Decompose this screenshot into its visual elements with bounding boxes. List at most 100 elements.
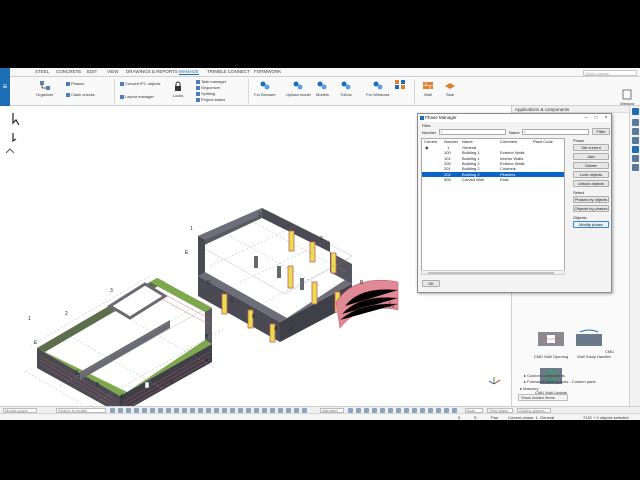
for-browser-button[interactable]: For Browser — [254, 80, 276, 97]
locks-button[interactable]: Locks — [172, 81, 184, 98]
bottom-toolbar: Model scope Search in model standard Aut… — [0, 406, 640, 413]
panel-title: Applications & components — [512, 106, 630, 113]
sequencer-button[interactable]: Sequencer — [196, 85, 220, 90]
app-menu-button[interactable]: ≡ — [0, 68, 10, 106]
convert-ifc-button[interactable]: Convert IFC objects — [120, 81, 160, 86]
tab-steel[interactable]: STEEL — [35, 69, 49, 74]
views-icon[interactable] — [632, 128, 639, 135]
organizer-button[interactable]: Organizer — [36, 80, 54, 97]
grid-label: 3 — [258, 212, 261, 218]
table-row[interactable]: 300 Curved Wall Exist — [422, 177, 564, 182]
column-header[interactable]: Plant Code — [533, 139, 553, 144]
tree-masonry[interactable]: ▸ Masonry — [520, 386, 538, 391]
status-coordinate: 0 — [458, 415, 461, 420]
show-hidden-items-button[interactable]: Show hidden items — [518, 394, 568, 401]
organizer-label: Organizer — [36, 92, 54, 97]
column-header[interactable]: Name — [462, 139, 473, 144]
tree-formwork-placing-tools[interactable]: ▸ Formwork placing tools - Custom parts — [524, 379, 596, 384]
for-windows-button[interactable]: For Windows — [366, 80, 389, 97]
modify-phase-button[interactable]: Modify phase — [573, 221, 609, 228]
row-number: 300 — [444, 176, 451, 182]
tab-concrete[interactable]: CONCRETE — [56, 69, 81, 74]
unlock-objects-button[interactable]: Unlock objects — [573, 180, 609, 187]
upload-icon — [293, 81, 303, 90]
tree-custom-components[interactable]: ▸ Custom Components — [524, 373, 565, 378]
splitting-icon — [196, 92, 200, 96]
tag-icon[interactable] — [632, 155, 639, 162]
objects-by-phases-button[interactable]: Objects by phases — [573, 205, 609, 212]
maximize-button[interactable]: □ — [591, 114, 601, 122]
convert-ifc-label: Convert IFC objects — [125, 81, 161, 86]
set-current-button[interactable]: Set current — [573, 144, 609, 151]
snap-icon[interactable] — [5, 148, 15, 154]
tab-drawings-reports[interactable]: DRAWINGS & REPORTS — [126, 69, 178, 74]
catalog-icon[interactable] — [632, 137, 639, 144]
selection-count: 7192 + 0 objects selected — [583, 415, 629, 420]
dialog-title: Phase Manager — [425, 115, 457, 120]
close-button[interactable]: × — [601, 114, 611, 122]
add-button[interactable]: Add — [573, 153, 609, 160]
phase-table: Current Number Name Comment Plant Code ◉… — [421, 138, 565, 271]
todos-button[interactable]: ToDos — [340, 80, 352, 97]
number-filter-input[interactable]: * — [439, 129, 506, 135]
selection-tools[interactable] — [5, 113, 20, 154]
task-manager-button[interactable]: Task manager — [196, 79, 226, 84]
tab-trimble-connect[interactable]: TRIMBLE CONNECT — [207, 69, 250, 74]
ribbon: Organizer Phases Clash checks Convert IF… — [10, 77, 640, 106]
phases-by-objects-button[interactable]: Phases by objects — [573, 196, 609, 203]
column-header[interactable]: Comment — [500, 139, 517, 144]
minimize-button[interactable]: – — [581, 114, 591, 122]
wall-label: Wall — [424, 92, 432, 97]
sequencer-icon — [196, 86, 200, 90]
filter-button[interactable]: Filter — [592, 128, 610, 135]
select-arrow-icon[interactable] — [12, 113, 20, 126]
project-status-button[interactable]: Project status — [196, 97, 225, 102]
wall-button[interactable]: Wall — [422, 80, 434, 97]
slab-button[interactable]: Slab — [444, 80, 456, 97]
column-header[interactable]: Number — [444, 139, 458, 144]
splitting-label: Splitting — [201, 91, 216, 96]
component-label: CMU Wall Opening — [533, 354, 569, 359]
ifc-icon — [120, 82, 124, 86]
column-header[interactable]: Current — [424, 139, 437, 144]
phase-group-label: Phase — [573, 138, 585, 143]
building-2-model[interactable] — [198, 208, 399, 343]
clash-checks-button[interactable]: Clash checks — [66, 92, 95, 97]
window-icon — [622, 89, 632, 100]
layers-icon[interactable] — [632, 164, 639, 171]
component-cmu-wall-opening[interactable]: CMU Wall Opening — [532, 328, 570, 359]
scrollbar-thumb[interactable] — [428, 272, 554, 274]
components-icon[interactable] — [632, 146, 639, 153]
tab-view[interactable]: VIEW — [107, 69, 119, 74]
phases-icon — [66, 82, 70, 86]
ok-button[interactable]: OK — [422, 280, 440, 287]
component-cmu-wall-swap-handler[interactable]: CMU Wall Swap Handler — [572, 328, 616, 359]
models-button[interactable]: Models — [316, 80, 329, 97]
phase-manager-dialog: Phase Manager – □ × Filter Number * Name… — [417, 113, 612, 293]
quick-icons-group[interactable] — [394, 79, 406, 91]
quick-launch-input[interactable]: Quick Launch — [583, 70, 637, 76]
task-icon — [196, 80, 200, 84]
delete-button[interactable]: Delete — [573, 162, 609, 169]
layout-manager-button[interactable]: Layout manager — [120, 94, 154, 99]
properties-icon[interactable] — [632, 119, 639, 126]
table-horizontal-scrollbar[interactable] — [421, 270, 565, 275]
tab-edit[interactable]: EDIT — [87, 69, 97, 74]
task-manager-label: Task manager — [201, 79, 227, 84]
objects-group-label: Objects — [573, 215, 587, 220]
pin-icon[interactable] — [632, 108, 639, 115]
tab-manage[interactable]: MANAGE — [179, 69, 199, 75]
tab-formwork[interactable]: FORMWORK — [254, 69, 281, 74]
grid-label: E — [185, 250, 189, 256]
window-button[interactable]: Window — [620, 89, 634, 106]
select-mode-icon[interactable] — [12, 133, 17, 143]
locks-label: Locks — [172, 93, 184, 98]
splitting-button[interactable]: Splitting — [196, 91, 215, 96]
lock-objects-button[interactable]: Lock objects — [573, 171, 609, 178]
upload-model-button[interactable]: Upload model — [286, 80, 311, 97]
quick-tools-icon — [395, 80, 405, 89]
building-1-model[interactable] — [24, 275, 226, 406]
row-name: Curved Wall — [462, 176, 484, 182]
phases-button[interactable]: Phases — [66, 81, 84, 86]
name-filter-input[interactable]: * — [522, 129, 589, 135]
